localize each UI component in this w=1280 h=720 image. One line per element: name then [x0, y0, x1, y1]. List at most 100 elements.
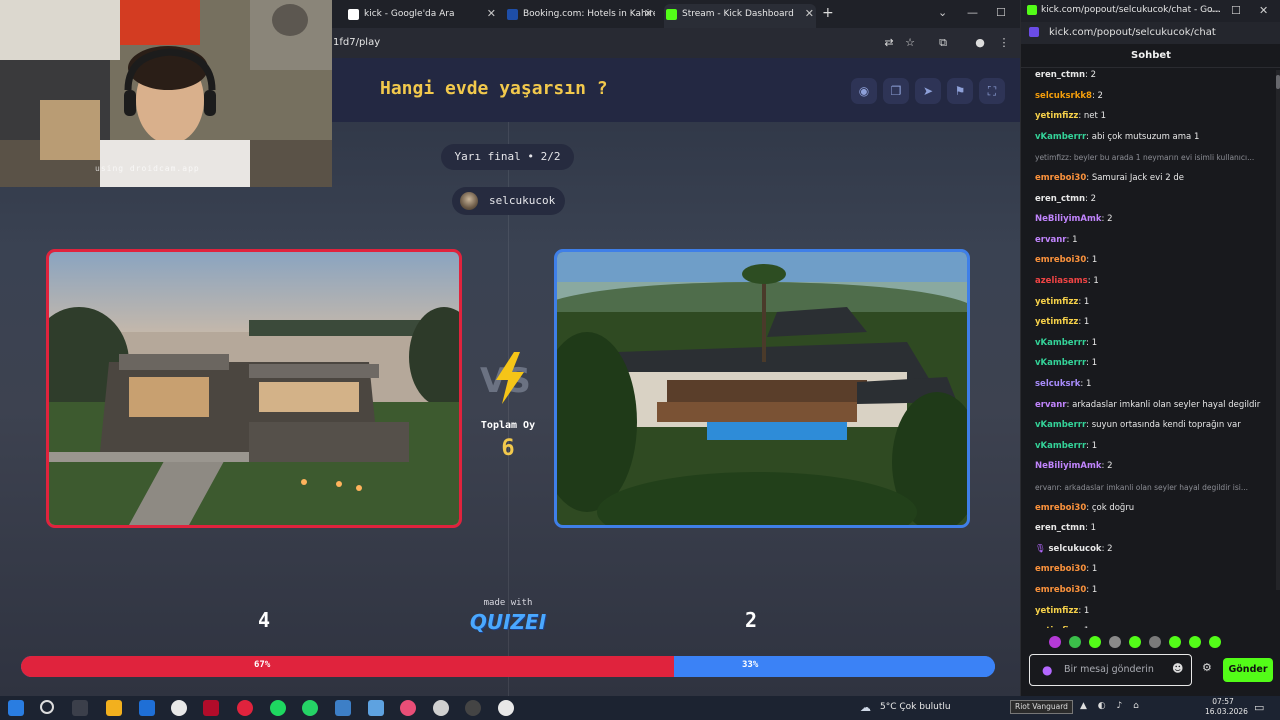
obs-icon[interactable] — [465, 700, 481, 716]
chat-username[interactable]: vKamberrr — [1035, 338, 1086, 348]
app-icon[interactable] — [400, 700, 416, 716]
chat-message-input[interactable]: ● Bir mesaj gönderin ☻ — [1029, 654, 1192, 686]
choice-right-card[interactable] — [554, 249, 970, 528]
emote-icon[interactable] — [1169, 636, 1181, 648]
chat-username[interactable]: yetimfizz — [1035, 317, 1078, 327]
site-info-icon[interactable] — [1029, 27, 1039, 37]
gear-icon[interactable]: ⚙ — [1202, 661, 1212, 674]
chat-username[interactable]: vKamberrr — [1035, 132, 1086, 142]
microphone-icon[interactable]: ● — [1042, 663, 1052, 677]
quizei-logo[interactable]: QUIZEI — [464, 610, 552, 634]
right-share-bar: 33% — [674, 656, 995, 677]
emote-bar[interactable] — [1029, 634, 1239, 650]
close-icon[interactable]: ✕ — [487, 7, 496, 20]
app-icon[interactable] — [368, 700, 384, 716]
chat-text: çok doğru — [1091, 502, 1135, 513]
store-icon[interactable] — [139, 700, 155, 716]
fullscreen-icon-button[interactable]: ⛶ — [979, 78, 1005, 104]
chat-username[interactable]: yetimfizz — [1035, 626, 1078, 628]
chat-address-bar[interactable]: kick.com/popout/selcukucok/chat — [1021, 22, 1280, 44]
chat-username[interactable]: yetimfizz — [1035, 606, 1078, 616]
chat-username[interactable]: emreboi30 — [1035, 173, 1086, 183]
chat-username[interactable]: azeliasams — [1035, 276, 1088, 286]
emote-icon[interactable] — [1089, 636, 1101, 648]
send-button[interactable]: Gönder — [1223, 658, 1273, 682]
emote-icon[interactable] — [1129, 636, 1141, 648]
chat-username[interactable]: eren_ctmn — [1035, 70, 1085, 80]
chat-text: 2 — [1107, 461, 1113, 472]
chat-username[interactable]: ervanr — [1035, 400, 1066, 410]
chat-username[interactable]: yetimfizz — [1035, 297, 1078, 307]
reply-preview[interactable]: ervanr: arkadaslar imkanli olan seyler h… — [1035, 483, 1271, 492]
clock[interactable]: 07:57 16.03.2026 — [1205, 697, 1248, 717]
webcam-watermark: using droidcam.app — [95, 164, 200, 173]
emote-icon[interactable] — [1109, 636, 1121, 648]
chat-username[interactable]: eren_ctmn — [1035, 194, 1085, 204]
chat-username[interactable]: NeBiliyimAmk — [1035, 214, 1102, 224]
search-icon[interactable] — [40, 700, 54, 714]
whatsapp-icon[interactable] — [302, 700, 318, 716]
tab-kick-dashboard[interactable]: Stream - Kick Dashboard ✕ — [664, 4, 816, 28]
bookmark-star-icon[interactable]: ☆ — [902, 35, 918, 51]
valorant-icon[interactable] — [203, 700, 219, 716]
maximize-button[interactable]: ☐ — [1231, 4, 1241, 17]
flag-icon-button[interactable]: ⚑ — [947, 78, 973, 104]
maximize-button[interactable]: ☐ — [996, 6, 1006, 19]
tab-google[interactable]: kick - Google'da Ara ✕ — [346, 4, 498, 28]
chrome-icon[interactable] — [171, 700, 187, 716]
chat-username[interactable]: ervanr — [1035, 235, 1066, 245]
translate-icon[interactable]: ⇄ — [881, 35, 897, 51]
send-icon-button[interactable]: ➤ — [915, 78, 941, 104]
emote-icon[interactable] — [1149, 636, 1161, 648]
app-icon[interactable] — [433, 700, 449, 716]
chat-username[interactable]: selcuksrk — [1035, 379, 1080, 389]
chat-username[interactable]: selcukucok — [1049, 544, 1102, 554]
close-icon[interactable]: ✕ — [805, 7, 814, 20]
copy-icon-button[interactable]: ❐ — [883, 78, 909, 104]
chat-scrollbar[interactable] — [1276, 70, 1280, 590]
chat-message: emreboi30: 1 — [1035, 564, 1098, 575]
emoji-icon[interactable]: ☻ — [1172, 662, 1183, 675]
chat-username[interactable]: selcuksrkk8 — [1035, 91, 1092, 101]
chat-username[interactable]: emreboi30 — [1035, 503, 1086, 513]
spotify-icon[interactable] — [270, 700, 286, 716]
tray-icons[interactable]: ▲ ◐ ♪ ⌂ — [1080, 701, 1143, 711]
chrome-icon[interactable] — [498, 700, 514, 716]
file-explorer-icon[interactable] — [106, 700, 122, 716]
chat-username[interactable]: emreboi30 — [1035, 564, 1086, 574]
tray-tooltip: Riot Vanguard — [1010, 700, 1073, 714]
chat-username[interactable]: emreboi30 — [1035, 585, 1086, 595]
notification-icon[interactable]: ▭ — [1254, 701, 1264, 714]
chat-username[interactable]: vKamberrr — [1035, 358, 1086, 368]
chat-username[interactable]: eren_ctmn — [1035, 523, 1085, 533]
eye-icon-button[interactable]: ◉ — [851, 78, 877, 104]
chat-text: 1 — [1093, 276, 1099, 286]
riot-client-icon[interactable] — [237, 700, 253, 716]
reply-preview[interactable]: yetimfizz: beyler bu arada 1 neymarın ev… — [1035, 153, 1271, 162]
close-icon[interactable]: ✕ — [1259, 4, 1268, 17]
chat-username[interactable]: yetimfizz — [1035, 111, 1078, 121]
minimize-button[interactable]: — — [967, 6, 978, 19]
menu-kebab-icon[interactable]: ⋮ — [996, 35, 1012, 51]
weather-text[interactable]: 5°C Çok bulutlu — [880, 702, 951, 712]
emote-icon[interactable] — [1069, 636, 1081, 648]
chat-username[interactable]: NeBiliyimAmk — [1035, 461, 1102, 471]
close-icon[interactable]: ✕ — [644, 7, 653, 20]
task-view-icon[interactable] — [72, 700, 88, 716]
choice-left-card[interactable] — [46, 249, 462, 528]
chat-username[interactable]: vKamberrr — [1035, 420, 1086, 430]
emote-icon[interactable] — [1049, 636, 1061, 648]
chat-username[interactable]: vKamberrr — [1035, 441, 1086, 451]
windows-start-icon[interactable] — [8, 700, 24, 716]
app-icon[interactable] — [335, 700, 351, 716]
emote-icon[interactable] — [1189, 636, 1201, 648]
tab-booking[interactable]: Booking.com: Hotels in Kahire... ✕ — [505, 4, 655, 28]
chat-username[interactable]: emreboi30 — [1035, 255, 1086, 265]
extensions-icon[interactable]: ⧉ — [935, 35, 951, 51]
new-tab-button[interactable]: + — [822, 5, 834, 21]
profile-avatar-icon[interactable]: ● — [972, 35, 988, 51]
tab-search-icon[interactable]: ⌄ — [938, 6, 947, 19]
emote-icon[interactable] — [1209, 636, 1221, 648]
minimize-button[interactable]: — — [1209, 4, 1220, 17]
total-votes-value: 6 — [501, 436, 515, 461]
